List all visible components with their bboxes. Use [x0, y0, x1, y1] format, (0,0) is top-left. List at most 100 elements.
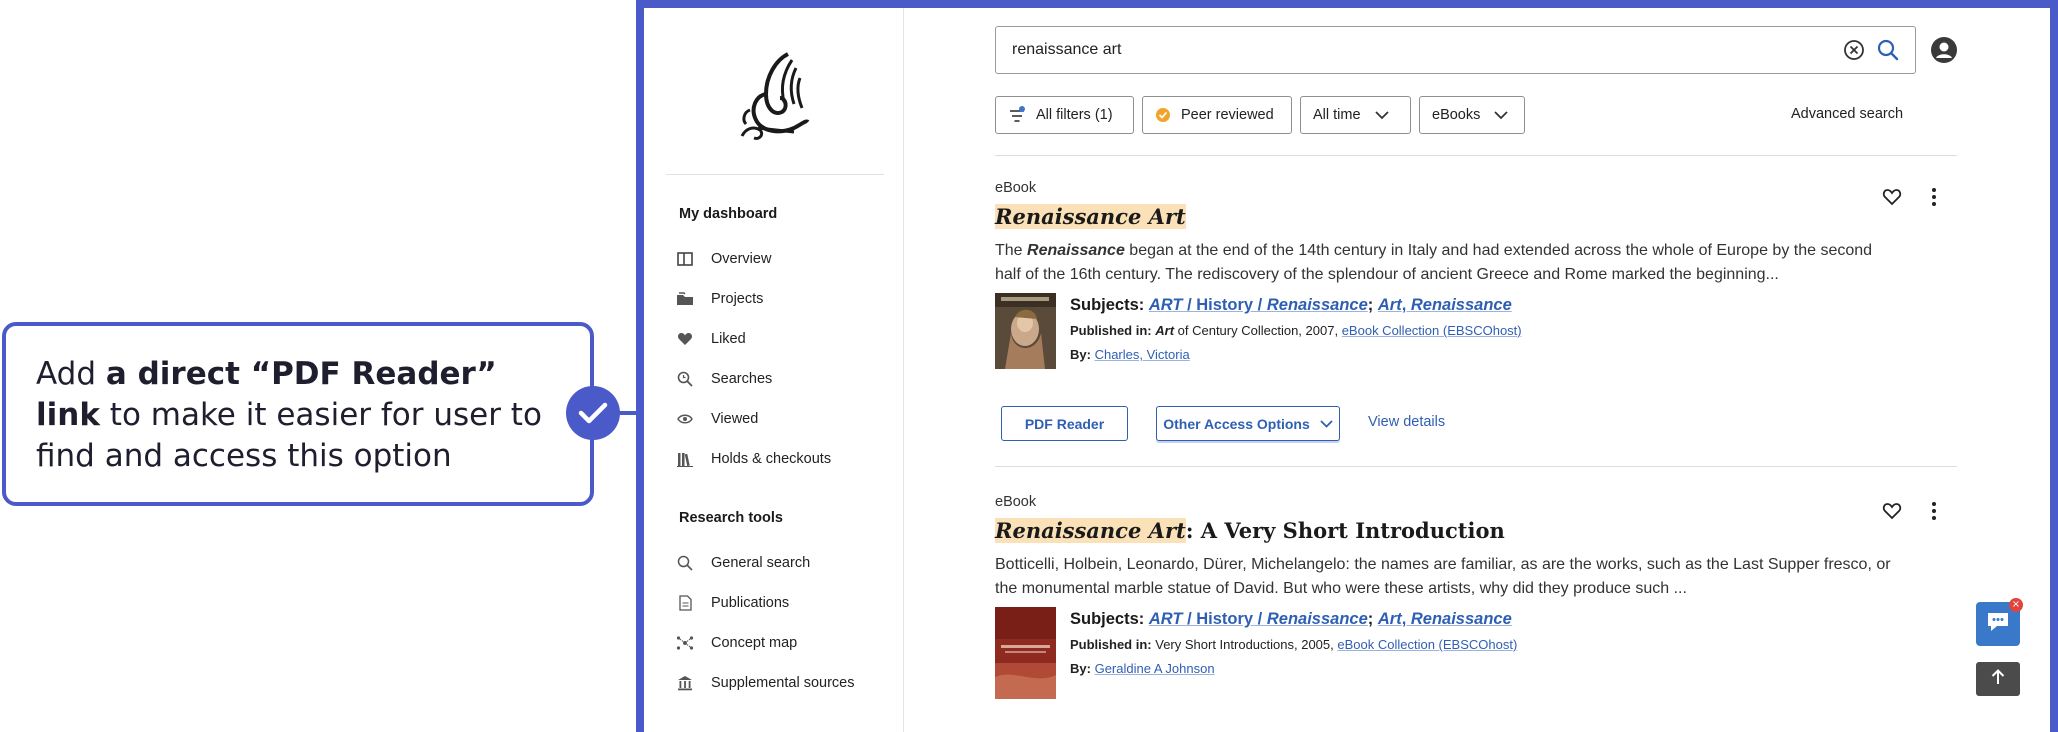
sidebar-item-label: Liked [711, 331, 746, 347]
chat-bubble-icon [1985, 610, 2011, 639]
result-author: By: Geraldine A Johnson [1070, 659, 1517, 679]
pdf-reader-button[interactable]: PDF Reader [1001, 406, 1128, 441]
sidebar-item-label: Publications [711, 595, 790, 611]
subject-link-renaissance-2[interactable]: Renaissance [1411, 296, 1512, 314]
sidebar-item-supplemental-sources[interactable]: Supplemental sources [676, 670, 854, 696]
time-filter-dropdown[interactable]: All time [1300, 96, 1411, 134]
all-filters-button[interactable]: All filters (1) [995, 96, 1134, 134]
sidebar-divider [666, 174, 884, 175]
result-description: Botticelli, Holbein, Leonardo, Dürer, Mi… [995, 556, 1891, 597]
subject-link-renaissance-2[interactable]: Renaissance [1411, 610, 1512, 628]
result-title-link[interactable]: Renaissance Art: A Very Short Introducti… [995, 518, 1957, 543]
user-avatar-icon[interactable] [1930, 36, 1958, 64]
results-divider [995, 466, 1957, 467]
sidebar-item-overview[interactable]: Overview [676, 246, 771, 272]
subject-link-renaissance[interactable]: Renaissance [1267, 610, 1368, 628]
chat-close-badge[interactable]: × [2009, 598, 2023, 612]
view-details-link[interactable]: View details [1368, 414, 1445, 430]
search-input[interactable] [1012, 41, 1833, 59]
sidebar-item-liked[interactable]: Liked [676, 326, 746, 352]
result-subjects: Subjects: ART / History / Renaissance; A… [1070, 607, 1517, 631]
title-highlight: Renaissance Art [995, 204, 1186, 229]
sidebar-item-publications[interactable]: Publications [676, 590, 789, 616]
type-filter-dropdown[interactable]: eBooks [1419, 96, 1525, 134]
heart-outline-icon[interactable] [1881, 500, 1903, 522]
subjects-label: Subjects: [1070, 296, 1145, 314]
published-text: Very Short Introductions, 2005, [1155, 637, 1334, 652]
desc-text: began at the end of the 14th century in … [995, 242, 1873, 283]
sidebar-item-holds-checkouts[interactable]: Holds & checkouts [676, 446, 831, 472]
more-options-icon[interactable] [1923, 186, 1945, 208]
document-icon [676, 594, 694, 612]
more-options-icon[interactable] [1923, 500, 1945, 522]
title-highlight: Renaissance Art [995, 518, 1186, 543]
subject-link-art[interactable]: ART [1149, 610, 1183, 628]
app-screenshot-frame: My dashboard Overview Projects Liked Sea… [636, 0, 2058, 732]
by-label: By: [1070, 347, 1091, 362]
result-type: eBook [995, 494, 1037, 510]
section-my-dashboard: My dashboard [679, 206, 778, 222]
subject-link-history[interactable]: / History / [1183, 610, 1267, 628]
result-published-in: Published in: Art of Century Collection,… [1070, 321, 1522, 341]
result-meta: Subjects: ART / History / Renaissance; A… [995, 293, 1957, 369]
subjects-separator: ; [1367, 296, 1374, 314]
result-author: By: Charles, Victoria [1070, 345, 1522, 365]
collection-link[interactable]: eBook Collection (EBSCOhost) [1342, 323, 1522, 338]
eye-icon [676, 410, 694, 428]
peer-reviewed-chip[interactable]: Peer reviewed [1142, 96, 1292, 134]
annotation-callout: Add a direct “PDF Reader” link to make i… [2, 322, 594, 506]
sidebar-item-concept-map[interactable]: Concept map [676, 630, 797, 656]
library-logo-icon [736, 50, 810, 142]
author-link[interactable]: Geraldine A Johnson [1095, 661, 1215, 676]
clear-circle-icon[interactable] [1841, 37, 1867, 63]
subject-link-art-2[interactable]: Art [1378, 296, 1402, 314]
collection-link[interactable]: eBook Collection (EBSCOhost) [1337, 637, 1517, 652]
folder-icon [676, 290, 694, 308]
annotation-text-after: to make it easier for user to find and a… [36, 397, 542, 474]
result-meta: Subjects: ART / History / Renaissance; A… [995, 607, 1957, 699]
subject-link-art[interactable]: ART [1149, 296, 1183, 314]
heart-outline-icon[interactable] [1881, 186, 1903, 208]
subject-link-comma[interactable]: , [1402, 296, 1411, 314]
all-filters-label: All filters (1) [1036, 107, 1113, 123]
layout-icon [676, 250, 694, 268]
filter-icon [1008, 106, 1026, 124]
subject-link-renaissance[interactable]: Renaissance [1267, 296, 1368, 314]
subject-link-art-2[interactable]: Art [1378, 610, 1402, 628]
result-item-2: eBook Renaissance Art: A Very Short Intr… [995, 494, 1957, 699]
result-published-in: Published in: Very Short Introductions, … [1070, 635, 1517, 655]
title-rest: : A Very Short Introduction [1185, 518, 1505, 543]
sidebar-item-searches[interactable]: Searches [676, 366, 772, 392]
subject-link-comma[interactable]: , [1402, 610, 1411, 628]
by-label: By: [1070, 661, 1091, 676]
peer-reviewed-badge-icon [1155, 107, 1171, 123]
published-text: of Century Collection, 2007, [1174, 323, 1339, 338]
result-item-1: eBook Renaissance Art The Renaissance be… [995, 180, 1957, 369]
result-title-link[interactable]: Renaissance Art [995, 204, 1957, 229]
checkmark-icon [566, 386, 620, 440]
books-icon [676, 450, 694, 468]
sidebar-item-label: Supplemental sources [711, 675, 855, 691]
scroll-to-top-button[interactable] [1976, 662, 2020, 696]
sidebar-item-label: Holds & checkouts [711, 451, 832, 467]
book-cover-thumbnail[interactable] [995, 293, 1056, 369]
book-cover-thumbnail[interactable] [995, 607, 1056, 699]
chevron-down-icon [1320, 419, 1333, 428]
result-type: eBook [995, 180, 1037, 196]
sidebar-item-label: Projects [711, 291, 764, 307]
published-label: Published in: [1070, 637, 1152, 652]
sidebar-item-general-search[interactable]: General search [676, 550, 810, 576]
sidebar-item-viewed[interactable]: Viewed [676, 406, 758, 432]
result-description: The Renaissance began at the end of the … [995, 239, 1895, 287]
annotation-text-before: Add [36, 356, 106, 392]
time-filter-label: All time [1313, 107, 1361, 123]
sidebar-item-projects[interactable]: Projects [676, 286, 763, 312]
main-content: All filters (1) Peer reviewed All time e… [904, 8, 2050, 732]
subject-link-history[interactable]: / History / [1183, 296, 1267, 314]
search-icon[interactable] [1875, 37, 1901, 63]
other-access-options-button[interactable]: Other Access Options [1156, 406, 1340, 441]
advanced-search-link[interactable]: Advanced search [1791, 106, 1903, 122]
type-filter-label: eBooks [1432, 107, 1481, 123]
subjects-label: Subjects: [1070, 610, 1145, 628]
author-link[interactable]: Charles, Victoria [1095, 347, 1190, 362]
